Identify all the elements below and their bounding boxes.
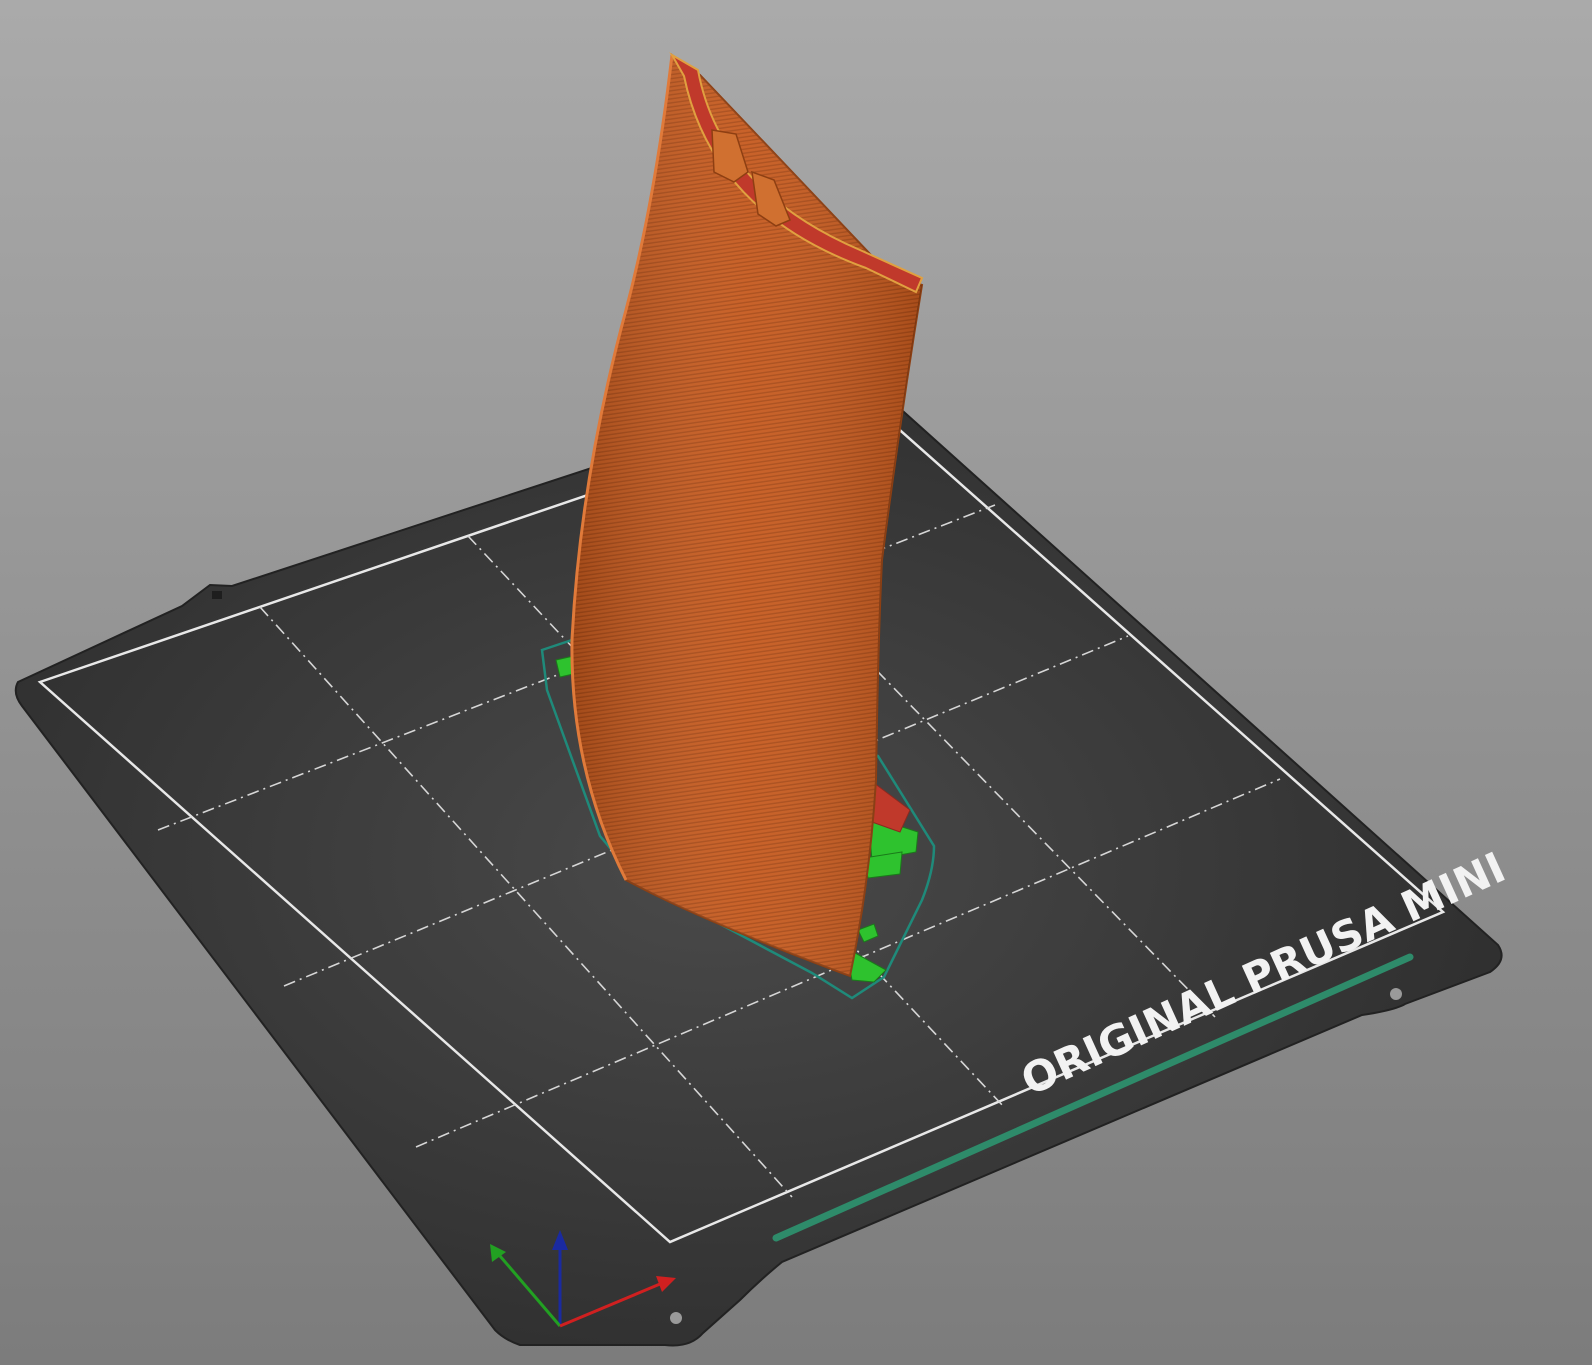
bed-hole (670, 1312, 682, 1324)
bed-hole (1390, 988, 1402, 1000)
3d-viewport[interactable]: ORIGINAL PRUSA MINI (0, 0, 1592, 1365)
3d-scene[interactable]: ORIGINAL PRUSA MINI (0, 0, 1592, 1365)
bed-notch (212, 591, 222, 599)
